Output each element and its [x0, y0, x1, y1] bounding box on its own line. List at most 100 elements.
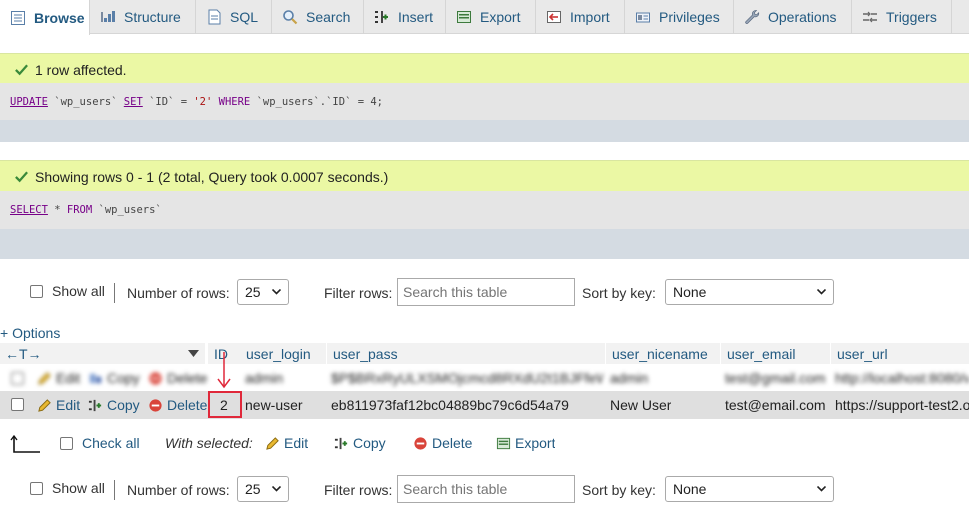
chevron-down-icon: [817, 486, 826, 492]
arrow-left-up-icon: [10, 434, 40, 453]
row-delete-button[interactable]: Delete: [148, 392, 207, 418]
cell-user-login[interactable]: new-user: [245, 392, 303, 418]
row-delete-button[interactable]: Delete: [148, 365, 207, 391]
number-of-rows-select[interactable]: 25: [237, 476, 289, 502]
tab-operations[interactable]: Operations: [734, 0, 852, 34]
pencil-icon: [38, 398, 51, 412]
show-all-checkbox[interactable]: [30, 482, 43, 495]
cell-user-email[interactable]: test@gmail.com: [725, 365, 826, 391]
bulk-export-button[interactable]: Export: [496, 430, 555, 456]
copy-icon: [88, 399, 102, 411]
row-copy-label: Copy: [107, 370, 140, 386]
tab-label: Browse: [34, 9, 85, 26]
cell-user-pass[interactable]: $P$BRxRyULXSMOjcmcd8RXdU2t1BJFfeW: [331, 365, 603, 391]
search-icon: [282, 9, 298, 25]
tab-structure[interactable]: Structure: [90, 0, 196, 34]
column-header-user-nicename[interactable]: user_nicename: [606, 343, 720, 364]
tab-label: Search: [306, 9, 351, 25]
column-header-user-pass[interactable]: user_pass: [327, 343, 605, 364]
filter-rows-input[interactable]: Search this table: [397, 475, 575, 503]
sql-keyword[interactable]: SET: [124, 96, 143, 108]
bulk-edit-button[interactable]: Edit: [265, 430, 308, 456]
table-row[interactable]: Edit Copy Delete admin $P$BRxRyULXSMOjcm…: [0, 365, 969, 391]
tab-browse[interactable]: Browse: [0, 0, 90, 35]
filter-rows-label: Filter rows:: [324, 285, 393, 301]
tab-label: SQL: [230, 9, 259, 25]
check-all-label[interactable]: Check all: [82, 435, 140, 451]
select-value: None: [673, 481, 707, 497]
highlight-box: [208, 391, 242, 418]
tab-label: Import: [570, 9, 610, 25]
bulk-delete-button[interactable]: Delete: [413, 430, 472, 456]
success-text: Showing rows 0 - 1 (2 total, Query took …: [35, 168, 389, 185]
row-checkbox[interactable]: [11, 372, 24, 385]
tab-import[interactable]: Import: [536, 0, 625, 34]
column-arrows[interactable]: ←T→: [5, 346, 42, 362]
tab-export[interactable]: Export: [446, 0, 536, 34]
show-all-label: Show all: [52, 480, 105, 496]
tab-sql[interactable]: SQL: [196, 0, 272, 34]
sql-text: `ID` =: [142, 96, 194, 108]
filter-rows-input[interactable]: Search this table: [397, 278, 575, 306]
triggers-icon: [862, 9, 878, 25]
sql-query-display: UPDATE `wp_users` SET `ID` = '2' WHERE `…: [0, 83, 969, 121]
select-value: 25: [245, 284, 261, 300]
sql-keyword[interactable]: SELECT: [10, 204, 48, 216]
cell-user-email[interactable]: test@email.com: [725, 392, 826, 418]
sql-query-display: SELECT * FROM `wp_users`: [0, 191, 969, 229]
column-header-user-email[interactable]: user_email: [721, 343, 830, 364]
row-edit-button[interactable]: Edit: [37, 392, 80, 418]
divider: [114, 480, 115, 500]
cell-user-url[interactable]: https://support-test2.on: [835, 392, 969, 418]
sql-string: '2': [193, 96, 213, 108]
column-label: user_pass: [333, 345, 398, 362]
bulk-delete-label: Delete: [432, 435, 473, 451]
sort-down-icon[interactable]: [188, 350, 199, 358]
chevron-down-icon: [272, 289, 281, 295]
bulk-edit-label: Edit: [284, 435, 309, 451]
sort-by-key-select[interactable]: None: [665, 279, 834, 305]
options-link[interactable]: + Options: [0, 325, 60, 341]
cell-user-url[interactable]: http://localhost:8080/wp: [835, 365, 969, 391]
export-icon: [456, 9, 472, 25]
column-header-user-login[interactable]: user_login: [240, 343, 326, 364]
privileges-icon: [635, 9, 651, 25]
column-header-user-url[interactable]: user_url: [831, 343, 969, 364]
copy-icon: [334, 437, 348, 449]
tab-bar: Browse Structure SQL Search Insert Expor…: [0, 0, 969, 35]
cell-user-pass[interactable]: eb811973faf12bc04889bc79c6d54a79: [331, 392, 603, 418]
tab-triggers[interactable]: Triggers: [852, 0, 952, 34]
copy-icon: [89, 373, 102, 383]
sql-query-toolbar: [0, 229, 969, 259]
cell-user-nicename[interactable]: New User: [610, 392, 671, 418]
bulk-actions-row: Check all With selected: Edit Copy Delet…: [0, 430, 969, 458]
row-checkbox[interactable]: [11, 398, 24, 411]
delete-icon: [414, 436, 427, 450]
number-of-rows-select[interactable]: 25: [237, 279, 289, 305]
row-edit-button[interactable]: Edit: [37, 365, 80, 391]
number-of-rows-label: Number of rows:: [127, 285, 230, 301]
sort-by-key-label: Sort by key:: [582, 285, 656, 301]
tab-search[interactable]: Search: [272, 0, 364, 34]
row-copy-button[interactable]: Copy: [88, 365, 140, 391]
import-icon: [546, 9, 562, 25]
sql-keyword[interactable]: UPDATE: [10, 96, 48, 108]
row-copy-button[interactable]: Copy: [88, 392, 140, 418]
check-all-checkbox[interactable]: [60, 437, 73, 450]
tab-label: Privileges: [659, 9, 720, 25]
row-delete-label: Delete: [167, 370, 208, 386]
row-delete-label: Delete: [167, 397, 208, 413]
table-row[interactable]: Edit Copy Delete 2 new-user eb811973faf1…: [0, 391, 969, 419]
column-label: user_nicename: [612, 345, 708, 362]
show-all-checkbox[interactable]: [30, 285, 43, 298]
chevron-down-icon: [817, 289, 826, 295]
tab-privileges[interactable]: Privileges: [625, 0, 734, 34]
tab-insert[interactable]: Insert: [364, 0, 446, 34]
bulk-copy-button[interactable]: Copy: [334, 430, 386, 456]
bulk-export-label: Export: [515, 435, 556, 451]
cell-user-login[interactable]: admin: [245, 365, 283, 391]
cell-user-nicename[interactable]: admin: [610, 365, 648, 391]
export-icon: [496, 437, 511, 449]
sort-by-key-select[interactable]: None: [665, 476, 834, 502]
table-header-actions: ←T→: [0, 343, 205, 364]
